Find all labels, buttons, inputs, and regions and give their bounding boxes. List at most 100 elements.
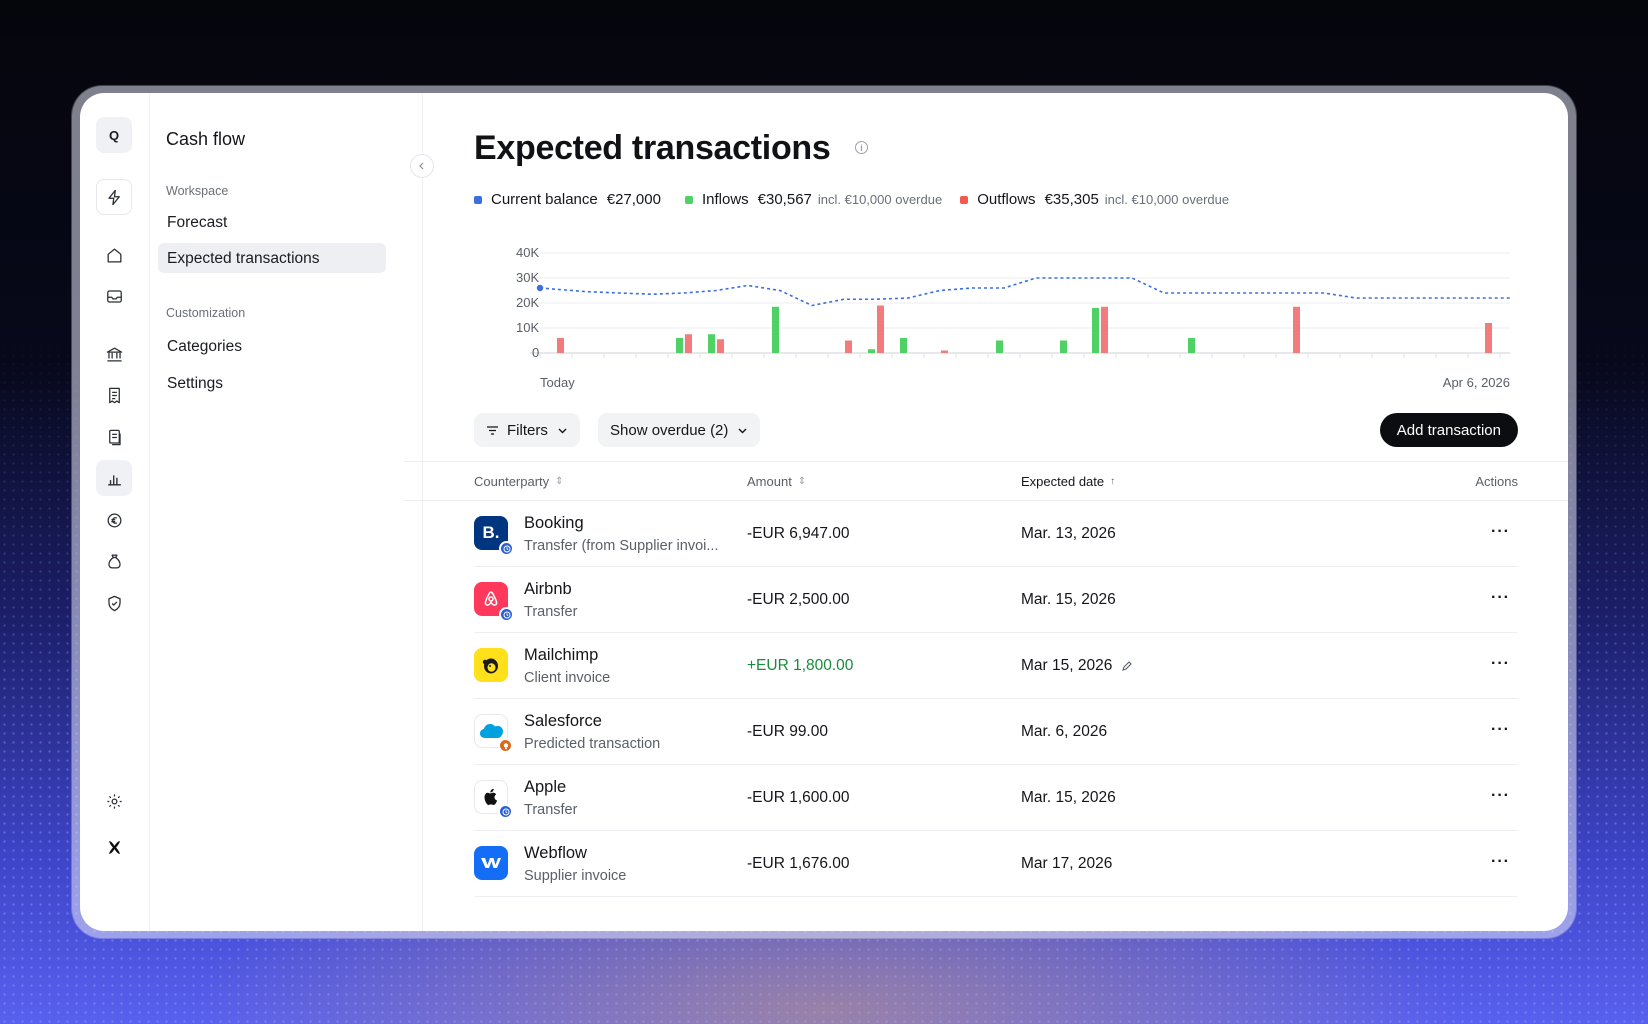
date-text: Mar. 6, 2026 <box>1021 723 1108 740</box>
column-header-label: Actions <box>1475 474 1518 489</box>
inflow-bar <box>772 306 779 353</box>
table-row[interactable]: Salesforce Predicted transaction -EUR 99… <box>474 699 1518 765</box>
inflow-bar <box>676 338 683 353</box>
outflow-bar <box>717 339 724 353</box>
expected-date: Mar. 13, 2026 <box>1021 525 1116 543</box>
table-toolbar: Filters Show overdue (2) Add transaction <box>474 413 1518 447</box>
outflow-bar <box>685 334 692 353</box>
info-icon[interactable]: i <box>855 141 868 154</box>
cashflow-chart: 0 10K 20K 30K 40K Today Apr 6, 2026 <box>460 243 1540 403</box>
column-header-actions: Actions <box>1475 474 1518 489</box>
chevron-down-icon <box>738 428 747 433</box>
show-overdue-dropdown[interactable]: Show overdue (2) <box>598 413 761 447</box>
transactions-table: Counterparty ⇕ Amount ⇕ Expected date ↑ … <box>404 461 1568 897</box>
balance-line <box>539 277 1510 307</box>
table-row[interactable]: Airbnb Transfer -EUR 2,500.00 Mar. 15, 2… <box>474 567 1518 633</box>
counterparty-name: Webflow <box>524 844 587 862</box>
counterparty-name: Mailchimp <box>524 646 599 664</box>
expected-date: Mar. 15, 2026 <box>1021 789 1116 807</box>
logo-text: B. <box>482 523 500 542</box>
filters-button[interactable]: Filters <box>474 413 580 447</box>
page-title: Expected transactions <box>474 129 831 167</box>
counterparty-subtitle: Transfer <box>524 604 578 620</box>
legend-label: Inflows <box>701 191 749 208</box>
row-actions-button[interactable]: ··· <box>1491 523 1510 541</box>
column-header-label: Counterparty <box>474 474 550 489</box>
table-row[interactable]: B. Booking Transfer (from Supplier invoi… <box>474 501 1518 567</box>
counterparty-subtitle: Transfer (from Supplier invoi... <box>524 538 719 554</box>
mailchimp-logo-icon <box>474 648 508 682</box>
balance-swatch <box>474 195 482 204</box>
column-header-amount[interactable]: Amount ⇕ <box>747 474 806 489</box>
expected-date: Mar. 15, 2026 <box>1021 591 1116 609</box>
column-header-label: Amount <box>747 474 792 489</box>
legend-label: Outflows <box>977 191 1036 208</box>
sort-ascending-icon: ↑ <box>1110 476 1116 487</box>
salesforce-cloud <box>480 724 503 738</box>
y-tick-label: 20K <box>516 295 539 310</box>
sort-icon: ⇕ <box>555 476 564 487</box>
airbnb-mark <box>484 591 498 606</box>
column-header-counterparty[interactable]: Counterparty ⇕ <box>474 474 564 489</box>
table-row[interactable]: Mailchimp Client invoice +EUR 1,800.00 M… <box>474 633 1518 699</box>
expected-date: Mar 15, 2026 <box>1021 657 1133 675</box>
x-end-label: Apr 6, 2026 <box>1443 375 1510 390</box>
outflow-bar <box>845 340 852 353</box>
balance-start-point <box>536 284 544 292</box>
outflow-bar <box>1101 306 1108 353</box>
legend-label: Current balance <box>491 191 598 208</box>
row-actions-button[interactable]: ··· <box>1491 787 1510 805</box>
row-actions-button[interactable]: ··· <box>1491 589 1510 607</box>
counterparty-subtitle: Client invoice <box>524 670 611 686</box>
show-overdue-label: Show overdue (2) <box>610 421 729 439</box>
add-transaction-button[interactable]: Add transaction <box>1379 413 1518 447</box>
date-text: Mar 17, 2026 <box>1021 855 1113 872</box>
inflow-bar <box>708 334 715 353</box>
counterparty-name: Booking <box>524 514 584 532</box>
table-header: Counterparty ⇕ Amount ⇕ Expected date ↑ … <box>404 461 1568 501</box>
table-row[interactable]: Webflow Supplier invoice -EUR 1,676.00 M… <box>474 831 1518 897</box>
counterparty-name: Airbnb <box>524 580 572 598</box>
amount: +EUR 1,800.00 <box>747 657 854 674</box>
date-text: Mar. 15, 2026 <box>1021 789 1116 806</box>
legend-value: €35,305 <box>1044 191 1099 208</box>
column-header-expected-date[interactable]: Expected date ↑ <box>1021 474 1115 489</box>
inflow-bar <box>868 349 875 353</box>
bulb-icon <box>498 738 513 753</box>
legend-value: €30,567 <box>757 191 812 208</box>
legend-note: incl. €10,000 overdue <box>817 192 943 207</box>
app-window: Q Cash flow Workspace Forecast Expected … <box>80 93 1568 931</box>
airbnb-logo-icon <box>474 582 514 622</box>
counterparty-name: Salesforce <box>524 712 602 730</box>
date-text: Mar. 15, 2026 <box>1021 591 1116 608</box>
legend-balance: Current balance €27,000 <box>474 191 667 208</box>
booking-logo-icon: B. <box>474 516 514 556</box>
date-text: Mar. 13, 2026 <box>1021 525 1116 542</box>
row-actions-button[interactable]: ··· <box>1491 721 1510 739</box>
row-actions-button[interactable]: ··· <box>1491 655 1510 673</box>
webflow-logo-icon <box>474 846 508 880</box>
counterparty-subtitle: Supplier invoice <box>524 868 627 884</box>
row-actions-button[interactable]: ··· <box>1491 853 1510 871</box>
collapse-sidebar-button[interactable] <box>410 154 434 178</box>
outflow-bar <box>1293 306 1300 353</box>
outflow-bar <box>941 350 948 353</box>
chart-legend: Current balance €27,000 Inflows €30,567 … <box>474 191 1247 208</box>
filter-icon <box>487 425 498 435</box>
table-row[interactable]: Apple Transfer -EUR 1,600.00 Mar. 15, 20… <box>474 765 1518 831</box>
column-header-label: Expected date <box>1021 474 1105 489</box>
counterparty-name: Apple <box>524 778 567 796</box>
inflow-bar <box>1060 340 1067 353</box>
mailchimp-mark <box>482 658 498 674</box>
expected-date: Mar. 6, 2026 <box>1021 723 1107 741</box>
y-tick-label: 40K <box>516 245 539 260</box>
y-tick-label: 0 <box>532 345 539 360</box>
chart-svg: 0 10K 20K 30K 40K Today Apr 6, 2026 <box>516 245 1510 390</box>
clock-icon <box>499 541 514 556</box>
counterparty-subtitle: Predicted transaction <box>524 736 661 752</box>
outflow-bar <box>877 305 884 353</box>
edit-date-icon[interactable] <box>1121 660 1133 672</box>
chevron-left-icon <box>419 162 424 170</box>
inflow-bar <box>1092 308 1099 353</box>
x-start-label: Today <box>540 375 575 390</box>
